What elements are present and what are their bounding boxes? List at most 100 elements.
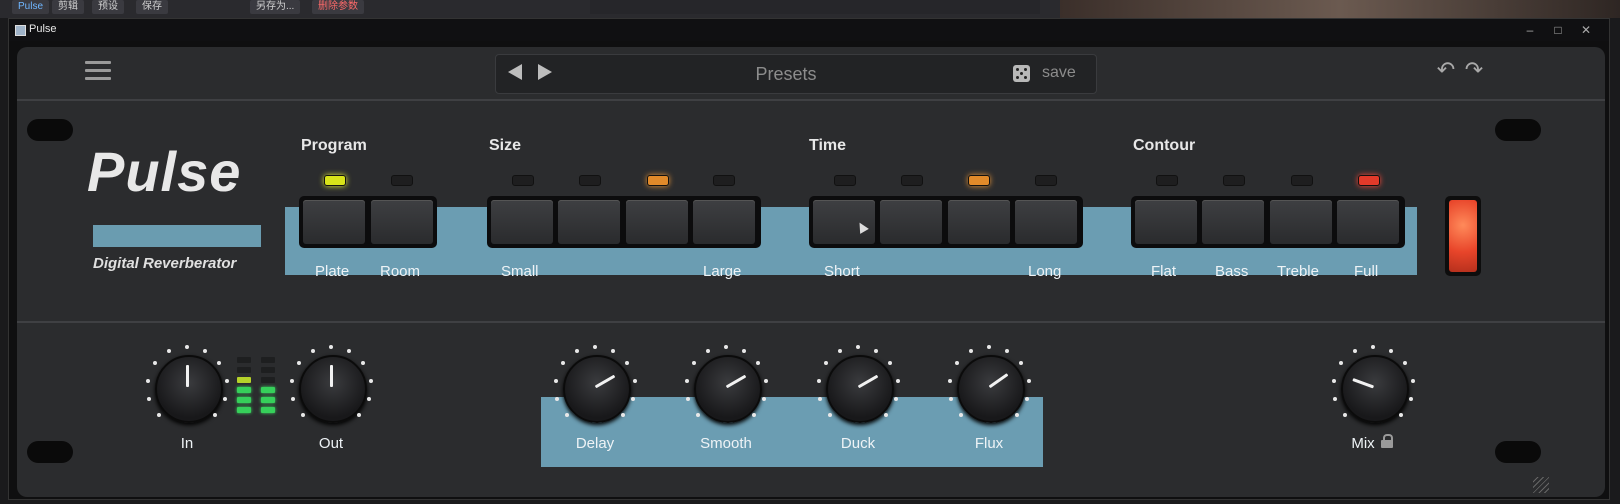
- power-switch[interactable]: [1445, 196, 1481, 276]
- knob-tick: [1026, 378, 1031, 383]
- size-button-2[interactable]: [558, 200, 620, 244]
- minimize-button[interactable]: –: [1517, 21, 1543, 39]
- time-button-4[interactable]: [1015, 200, 1077, 244]
- undo-icon[interactable]: ↶: [1435, 59, 1457, 81]
- time-button-3[interactable]: [948, 200, 1010, 244]
- time-title: Time: [809, 137, 847, 154]
- contour-bass-button[interactable]: [1202, 200, 1264, 244]
- knob-tick: [203, 349, 208, 354]
- logo-title: Pulse: [87, 140, 242, 203]
- program-room-button[interactable]: [371, 200, 433, 244]
- meter-segment: [237, 407, 251, 413]
- program-led-plate: [324, 175, 346, 186]
- in-knob[interactable]: [145, 345, 229, 425]
- mix-knob[interactable]: [1331, 345, 1415, 425]
- label-treble: Treble: [1277, 263, 1319, 280]
- rack-ear-slot: [27, 441, 73, 463]
- size-title: Size: [489, 137, 522, 154]
- delay-knob[interactable]: [553, 345, 637, 425]
- knob-tick: [145, 378, 150, 383]
- knob-tick: [1005, 349, 1010, 354]
- contour-flat-button[interactable]: [1135, 200, 1197, 244]
- size-button-1[interactable]: [491, 200, 553, 244]
- delay-label: Delay: [575, 435, 615, 452]
- knob-tick: [300, 413, 305, 418]
- knob-tick: [1338, 361, 1343, 366]
- knob-tick: [310, 349, 315, 354]
- time-led: [901, 175, 923, 186]
- knob-tick: [752, 413, 757, 418]
- save-button[interactable]: save: [1042, 64, 1076, 82]
- knob-tick: [968, 349, 973, 354]
- contour-treble-button[interactable]: [1270, 200, 1332, 244]
- knob-tick: [816, 378, 821, 383]
- preset-name[interactable]: Presets: [696, 64, 876, 85]
- host-tab-preset[interactable]: 预设: [92, 0, 124, 14]
- maximize-button[interactable]: □: [1545, 21, 1571, 39]
- knob-tick: [166, 349, 171, 354]
- out-knob[interactable]: [289, 345, 373, 425]
- size-led: [579, 175, 601, 186]
- plugin-toolbar: Presets save ↶ ↷: [17, 47, 1605, 101]
- knob-tick: [217, 361, 222, 366]
- knob-tick: [289, 378, 294, 383]
- program-plate-button[interactable]: [303, 200, 365, 244]
- mix-lock-icon[interactable]: [1381, 434, 1393, 448]
- host-tab-pulse[interactable]: Pulse: [12, 0, 50, 14]
- out-label: Out: [318, 435, 344, 452]
- size-button-3[interactable]: [626, 200, 688, 244]
- next-preset-icon[interactable]: [538, 64, 552, 80]
- knob-tick: [874, 349, 879, 354]
- knob-tick: [947, 378, 952, 383]
- host-tab-save-as[interactable]: 另存为...: [250, 0, 301, 14]
- meter-segment: [261, 367, 275, 373]
- host-video-background: [1060, 0, 1620, 18]
- knob-tick: [1409, 397, 1414, 402]
- contour-led-flat: [1156, 175, 1178, 186]
- previous-preset-icon[interactable]: [508, 64, 522, 80]
- host-tab-delete[interactable]: 删除参数: [312, 0, 364, 14]
- duck-knob[interactable]: [816, 345, 900, 425]
- knob-tick: [856, 345, 860, 349]
- knob-tick: [888, 361, 893, 366]
- knob-tick: [684, 378, 689, 383]
- close-button[interactable]: ✕: [1573, 21, 1599, 39]
- knob-tick: [1019, 361, 1024, 366]
- knob-tick: [290, 397, 295, 402]
- knob-tick: [621, 413, 626, 418]
- contour-full-button[interactable]: [1337, 200, 1399, 244]
- contour-title: Contour: [1133, 137, 1196, 154]
- knob-tick: [564, 413, 569, 418]
- knob-tick: [884, 413, 889, 418]
- flux-knob[interactable]: [947, 345, 1031, 425]
- knob-tick: [1399, 413, 1404, 418]
- knob-tick: [954, 361, 959, 366]
- knob-tick: [554, 397, 559, 402]
- mix-label: Mix: [1351, 435, 1375, 452]
- smooth-knob[interactable]: [684, 345, 768, 425]
- random-preset-dice-icon[interactable]: [1013, 65, 1030, 82]
- size-led: [647, 175, 669, 186]
- host-tab-edit[interactable]: 剪辑: [52, 0, 84, 14]
- size-button-4[interactable]: [693, 200, 755, 244]
- knob-tick: [357, 413, 362, 418]
- label-room: Room: [380, 263, 421, 280]
- rack-ear-slot: [1495, 441, 1541, 463]
- resize-grip-icon[interactable]: [1533, 477, 1549, 493]
- contour-led-bass: [1223, 175, 1245, 186]
- knob-tick: [895, 378, 900, 383]
- knob-tick: [625, 361, 630, 366]
- time-button-2[interactable]: [880, 200, 942, 244]
- time-led: [1035, 175, 1057, 186]
- section-divider: [17, 321, 1605, 323]
- redo-icon[interactable]: ↷: [1463, 59, 1485, 81]
- time-button-1[interactable]: [813, 200, 875, 244]
- contour-buttons: [1131, 196, 1405, 248]
- knob-tick: [987, 345, 991, 349]
- menu-icon[interactable]: [85, 61, 111, 81]
- host-tab-save[interactable]: 保存: [136, 0, 168, 14]
- time-led: [834, 175, 856, 186]
- meter-segment: [237, 397, 251, 403]
- knob-tick: [156, 413, 161, 418]
- meter-segment: [237, 377, 251, 383]
